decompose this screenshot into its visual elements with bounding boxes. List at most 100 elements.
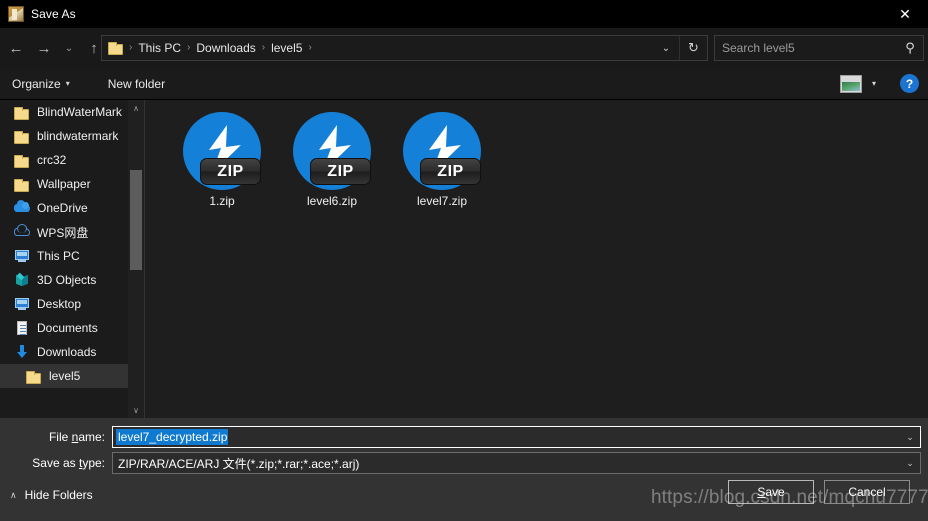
file-name-field[interactable]: level7_decrypted.zip ⌄ — [112, 426, 921, 448]
close-icon[interactable]: ✕ — [882, 0, 928, 28]
sidebar-item-3d-objects[interactable]: 3D Objects — [0, 268, 128, 292]
sidebar-item-blindwatermark[interactable]: BlindWaterMark — [0, 100, 128, 124]
address-bar[interactable]: › This PC › Downloads › level5 › ⌄ ↻ — [101, 35, 708, 61]
desktop-icon — [14, 296, 30, 312]
sidebar-item-onedrive[interactable]: OneDrive — [0, 196, 128, 220]
sidebar-item-documents[interactable]: Documents — [0, 316, 128, 340]
scroll-down-icon[interactable]: ∨ — [128, 402, 144, 418]
sidebar-item-label: BlindWaterMark — [37, 105, 122, 119]
cube-icon — [14, 272, 30, 288]
folder-icon — [108, 41, 124, 55]
cancel-button[interactable]: Cancel — [824, 480, 910, 504]
file-name-label: File name: — [48, 430, 105, 444]
cloud-filled-icon — [14, 200, 30, 216]
file-name-value[interactable]: level7_decrypted.zip — [116, 429, 229, 445]
file-list[interactable]: ZIP 1.zip ZIP level6.zip ZIP level7.zip — [145, 100, 928, 418]
scroll-up-icon[interactable]: ∧ — [128, 100, 144, 116]
sidebar-item-label: Documents — [37, 321, 98, 335]
sidebar-item-blindwatermark[interactable]: blindwatermark — [0, 124, 128, 148]
breadcrumb-separator: › — [261, 42, 266, 53]
back-button[interactable]: ← — [2, 34, 30, 62]
sidebar-item-this-pc[interactable]: This PC — [0, 244, 128, 268]
sidebar-item-wallpaper[interactable]: Wallpaper — [0, 172, 128, 196]
zip-file-icon: ZIP — [293, 112, 371, 190]
sidebar-item-level5[interactable]: level5 — [0, 364, 128, 388]
save-form: File name: level7_decrypted.zip ⌄ Save a… — [0, 418, 928, 521]
organize-menu[interactable]: Organize ▾ — [4, 71, 78, 97]
downloads-icon — [14, 344, 30, 360]
save-as-type-label: Save as type: — [32, 456, 105, 470]
sidebar-item-label: Wallpaper — [37, 177, 91, 191]
save-as-dialog: Save As ✕ ← → ⌄ ↑ › This PC › Downloads … — [0, 0, 928, 521]
save-as-icon — [8, 6, 24, 22]
sidebar-item-label: blindwatermark — [37, 129, 119, 143]
navigation-pane-scrollbar[interactable]: ∧ ∨ — [128, 100, 144, 418]
navigation-pane: BlindWaterMark blindwatermark crc32 Wallpap… — [0, 100, 128, 418]
breadcrumb-item-this-pc[interactable]: This PC — [135, 36, 184, 60]
file-tile[interactable]: ZIP level6.zip — [277, 108, 387, 220]
forward-button[interactable]: → — [30, 34, 58, 62]
sidebar-item-label: WPS网盘 — [37, 225, 89, 240]
search-icon[interactable]: ⚲ — [897, 40, 923, 56]
toolbar: Organize ▾ New folder ▾ ? — [0, 68, 928, 100]
chevron-down-icon[interactable]: ⌄ — [900, 427, 920, 447]
folder-icon — [14, 104, 30, 120]
help-button[interactable]: ? — [900, 74, 919, 93]
sidebar-item-crc32[interactable]: crc32 — [0, 148, 128, 172]
save-as-type-value: ZIP/RAR/ACE/ARJ 文件(*.zip;*.rar;*.ace;*.a… — [118, 456, 360, 471]
breadcrumb-separator: › — [129, 42, 133, 53]
toolbar-right-group: ▾ ? — [840, 74, 928, 94]
breadcrumb-separator: › — [187, 42, 191, 53]
sidebar-item-wps[interactable]: WPS网盘 — [0, 220, 128, 244]
sidebar-item-label: level5 — [49, 369, 81, 383]
recent-locations-button[interactable]: ⌄ — [58, 34, 80, 62]
save-as-type-select[interactable]: ZIP/RAR/ACE/ARJ 文件(*.zip;*.rar;*.ace;*.a… — [112, 452, 921, 474]
search-box[interactable]: ⚲ — [714, 35, 924, 61]
chevron-down-icon[interactable]: ▾ — [864, 74, 884, 94]
file-tile[interactable]: ZIP level7.zip — [387, 108, 497, 220]
zip-file-icon: ZIP — [183, 112, 261, 190]
sidebar-item-label: crc32 — [37, 153, 67, 167]
folder-icon — [14, 176, 30, 192]
window-title: Save As — [31, 7, 76, 21]
hide-folders-label: Hide Folders — [24, 488, 93, 502]
zip-badge: ZIP — [200, 158, 261, 185]
folder-icon — [26, 368, 42, 384]
view-layout-icon[interactable] — [840, 74, 862, 93]
title-bar: Save As ✕ — [0, 0, 928, 28]
breadcrumb-item-level5[interactable]: level5 — [268, 36, 305, 60]
zip-file-icon: ZIP — [403, 112, 481, 190]
sidebar-item-label: This PC — [37, 249, 80, 263]
zip-badge: ZIP — [310, 158, 371, 185]
file-tile[interactable]: ZIP 1.zip — [167, 108, 277, 220]
hide-folders-toggle[interactable]: ∧ Hide Folders — [10, 488, 93, 502]
breadcrumb-item-downloads[interactable]: Downloads — [193, 36, 258, 60]
documents-icon — [14, 320, 30, 336]
cancel-label: Cancel — [848, 485, 886, 499]
save-button[interactable]: Save — [728, 480, 814, 504]
sidebar-item-label: 3D Objects — [37, 273, 97, 287]
save-as-type-row: Save as type: ZIP/RAR/ACE/ARJ 文件(*.zip;*… — [0, 452, 928, 474]
chevron-down-icon[interactable]: ⌄ — [653, 36, 679, 60]
file-name: level7.zip — [416, 194, 468, 208]
sidebar-item-desktop[interactable]: Desktop — [0, 292, 128, 316]
search-input[interactable] — [715, 40, 897, 56]
file-name-row: File name: level7_decrypted.zip ⌄ — [0, 426, 928, 448]
folder-icon — [14, 152, 30, 168]
file-name: 1.zip — [209, 194, 235, 208]
sidebar-item-downloads[interactable]: Downloads — [0, 340, 128, 364]
new-folder-label: New folder — [107, 76, 166, 91]
sidebar-item-label: Downloads — [37, 345, 97, 359]
save-label: Save — [757, 485, 785, 499]
dialog-body: BlindWaterMark blindwatermark crc32 Wallpap… — [0, 100, 928, 418]
sidebar-item-label: Desktop — [37, 297, 82, 311]
file-name: level6.zip — [306, 194, 358, 208]
cloud-outline-icon — [14, 224, 30, 240]
breadcrumb-separator: › — [308, 42, 312, 53]
chevron-down-icon[interactable]: ⌄ — [900, 453, 920, 473]
new-folder-button[interactable]: New folder — [100, 71, 173, 97]
refresh-icon[interactable]: ↻ — [679, 36, 707, 60]
scrollbar-thumb[interactable] — [130, 170, 142, 270]
zip-badge: ZIP — [420, 158, 481, 185]
organize-label: Organize — [12, 76, 61, 91]
